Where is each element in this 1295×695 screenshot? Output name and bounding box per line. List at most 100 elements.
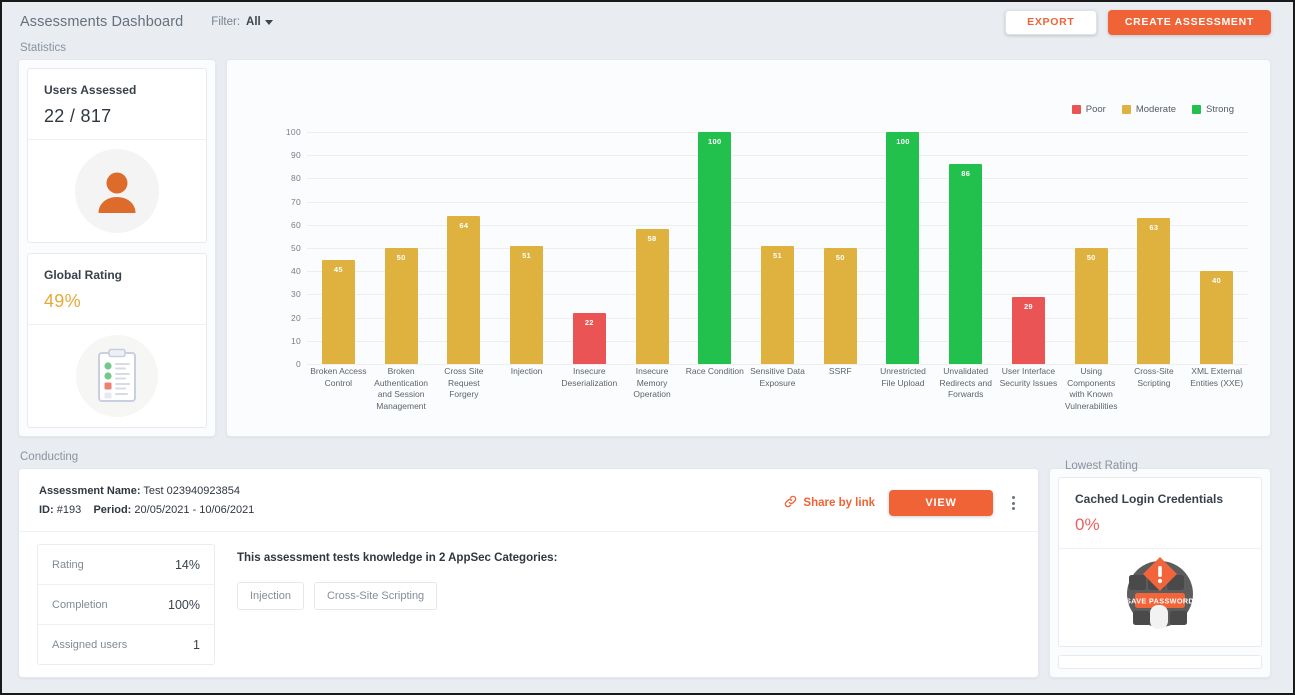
- chart-bar[interactable]: 100: [886, 132, 920, 364]
- chart-bar[interactable]: 50: [1074, 248, 1108, 364]
- top-bar-actions: EXPORT CREATE ASSESSMENT: [1004, 9, 1271, 35]
- top-bar: Assessments Dashboard Filter: All EXPORT…: [2, 2, 1293, 42]
- x-axis-category-label: Cross Site Request Forgery: [444, 366, 484, 399]
- chart-bar[interactable]: 51: [761, 245, 794, 364]
- x-axis-category-label: Insecure Deserialization: [561, 366, 618, 388]
- users-assessed-value: 22 / 817: [44, 106, 112, 126]
- chart-bar[interactable]: 100: [698, 132, 732, 364]
- users-assessed-card: Users Assessed 22 / 817: [27, 68, 207, 243]
- x-axis-category-label: Unrestricted File Upload: [880, 366, 926, 388]
- chart-bar-value-label: 51: [522, 250, 532, 260]
- chart-bar-cell: 64: [432, 132, 495, 364]
- filter-label: Filter:: [211, 16, 241, 28]
- global-rating-card: Global Rating 49%: [27, 253, 207, 428]
- create-assessment-button[interactable]: CREATE ASSESSMENT: [1107, 9, 1271, 35]
- chart-bar-cell: 50: [1060, 132, 1123, 364]
- lowest-rating-caption: Lowest Rating: [1065, 460, 1138, 472]
- chart-bar[interactable]: 51: [510, 245, 544, 364]
- chart-bar[interactable]: 58: [635, 229, 669, 364]
- category-chip[interactable]: Cross-Site Scripting: [313, 582, 438, 610]
- x-axis-category-label: Sensitive Data Exposure: [750, 366, 805, 388]
- chart-bar[interactable]: 86: [949, 164, 983, 364]
- assessment-actions: Share by link VIEW: [784, 482, 1020, 516]
- legend-item-moderate[interactable]: Moderate: [1121, 104, 1176, 115]
- user-avatar-icon: [75, 149, 159, 233]
- chart-bar-value-label: 45: [333, 264, 343, 274]
- chart-bar[interactable]: 40: [1200, 271, 1234, 364]
- filter-value: All: [246, 16, 261, 28]
- users-assessed-header: Users Assessed 22 / 817: [28, 69, 206, 140]
- legend-item-poor[interactable]: Poor: [1071, 104, 1106, 115]
- kebab-menu-icon[interactable]: [1007, 494, 1020, 512]
- categories-title: This assessment tests knowledge in 2 App…: [237, 552, 558, 564]
- chart-bar-value-label: 58: [647, 234, 657, 244]
- chart-bar-cell: 40: [1185, 132, 1248, 364]
- chart-bar-value-label: 51: [773, 250, 782, 260]
- legend-label: Poor: [1085, 104, 1106, 115]
- chart-bar-value-label: 86: [961, 169, 971, 179]
- conducting-assessment-panel: Assessment Name: Test 023940923854 ID: #…: [18, 468, 1039, 678]
- chart-bar-value-label: 50: [396, 253, 406, 262]
- chevron-down-icon: [264, 20, 273, 25]
- chart-bar[interactable]: 63: [1137, 217, 1171, 364]
- lowest-rating-card-next: [1058, 655, 1262, 669]
- chart-bar-cell: 51: [746, 132, 809, 364]
- chart-bar-value-label: 50: [835, 253, 845, 262]
- x-axis-category-label: Broken Authentication and Session Manage…: [374, 366, 429, 411]
- chart-bar-cell: 100: [872, 132, 935, 364]
- assessment-name-label: Assessment Name:: [39, 485, 141, 497]
- svg-text:SAVE PASSWORD: SAVE PASSWORD: [1126, 597, 1194, 606]
- chart-bar-value-label: 50: [1086, 253, 1096, 262]
- export-button[interactable]: EXPORT: [1004, 9, 1097, 35]
- chart-bar-cell: 50: [370, 132, 433, 364]
- lowest-rating-card: Cached Login Credentials 0% SAVE PASSWOR…: [1058, 477, 1262, 647]
- metric-row: Completion 100%: [38, 585, 214, 625]
- kebab-dot-3: [1012, 507, 1015, 510]
- lowest-rating-illustration: SAVE PASSWORD: [1059, 549, 1261, 646]
- chart-bars: 45 50 64 51 22 58 100 51 50 100 86 29 50 63 40: [307, 132, 1248, 364]
- metric-value: 1: [193, 637, 200, 652]
- chart-bar[interactable]: 29: [1011, 296, 1045, 364]
- category-chip[interactable]: Injection: [237, 582, 304, 610]
- save-password-key-icon: SAVE PASSWORD: [1123, 557, 1197, 636]
- x-axis-category-label: Race Condition: [685, 366, 744, 376]
- y-axis-tick: 0: [295, 359, 301, 369]
- assessment-id-value: #193: [56, 504, 82, 516]
- lowest-rating-panel: Cached Login Credentials 0% SAVE PASSWOR…: [1049, 468, 1271, 678]
- chart-bar-value-label: 100: [896, 137, 910, 146]
- chart-bar[interactable]: 50: [823, 248, 857, 364]
- assessment-id-label: ID:: [39, 504, 54, 516]
- view-button[interactable]: VIEW: [889, 490, 993, 516]
- share-by-link-button[interactable]: Share by link: [784, 495, 875, 511]
- metric-value: 14%: [174, 557, 200, 572]
- legend-swatch-icon: [1121, 105, 1131, 114]
- chart-bar[interactable]: 22: [572, 312, 606, 364]
- legend-swatch-icon: [1071, 105, 1081, 114]
- chart-bar[interactable]: 45: [321, 259, 355, 364]
- metric-row: Assigned users 1: [38, 625, 214, 664]
- assessments-dashboard-app: Assessments Dashboard Filter: All EXPORT…: [0, 0, 1295, 695]
- chart-bar[interactable]: 64: [447, 215, 481, 364]
- filter-dropdown[interactable]: Filter: All: [211, 16, 273, 28]
- x-axis-category-label: User Interface Security Issues: [999, 366, 1058, 388]
- x-axis-category-label: Insecure Memory Operation: [633, 366, 671, 399]
- chart-plot-area: 0 10 20 30 40 50 60 70 80 90 100 45 50 64 51 22 58 100 51…: [273, 127, 1248, 369]
- assessment-header: Assessment Name: Test 023940923854 ID: #…: [19, 469, 1038, 532]
- lowest-rating-header: Cached Login Credentials 0%: [1059, 478, 1261, 549]
- x-axis-category-label: SSRF: [828, 366, 852, 376]
- x-axis-category-label: Injection: [510, 366, 543, 376]
- statistics-row: Users Assessed 22 / 817 Global Rating 49…: [2, 59, 1293, 437]
- x-axis-category-label: XML External Entities (XXE): [1190, 366, 1244, 388]
- lowest-rating-value: 0%: [1075, 515, 1100, 534]
- global-rating-value: 49%: [44, 291, 81, 311]
- assessment-id-period-row: ID: #193 Period: 20/05/2021 - 10/06/2021: [39, 501, 254, 520]
- kebab-dot-1: [1012, 496, 1015, 499]
- chart-bar[interactable]: 50: [384, 248, 418, 364]
- chart-grid: 45 50 64 51 22 58 100 51 50 100 86 29 50 63 40: [307, 132, 1248, 365]
- legend-label: Strong: [1206, 104, 1234, 115]
- chart-bar-value-label: 22: [584, 317, 594, 327]
- category-chips: Injection Cross-Site Scripting: [237, 582, 557, 610]
- chart-bar-value-label: 64: [459, 220, 469, 230]
- chart-bar-cell: 29: [997, 132, 1060, 364]
- legend-item-strong[interactable]: Strong: [1192, 104, 1234, 115]
